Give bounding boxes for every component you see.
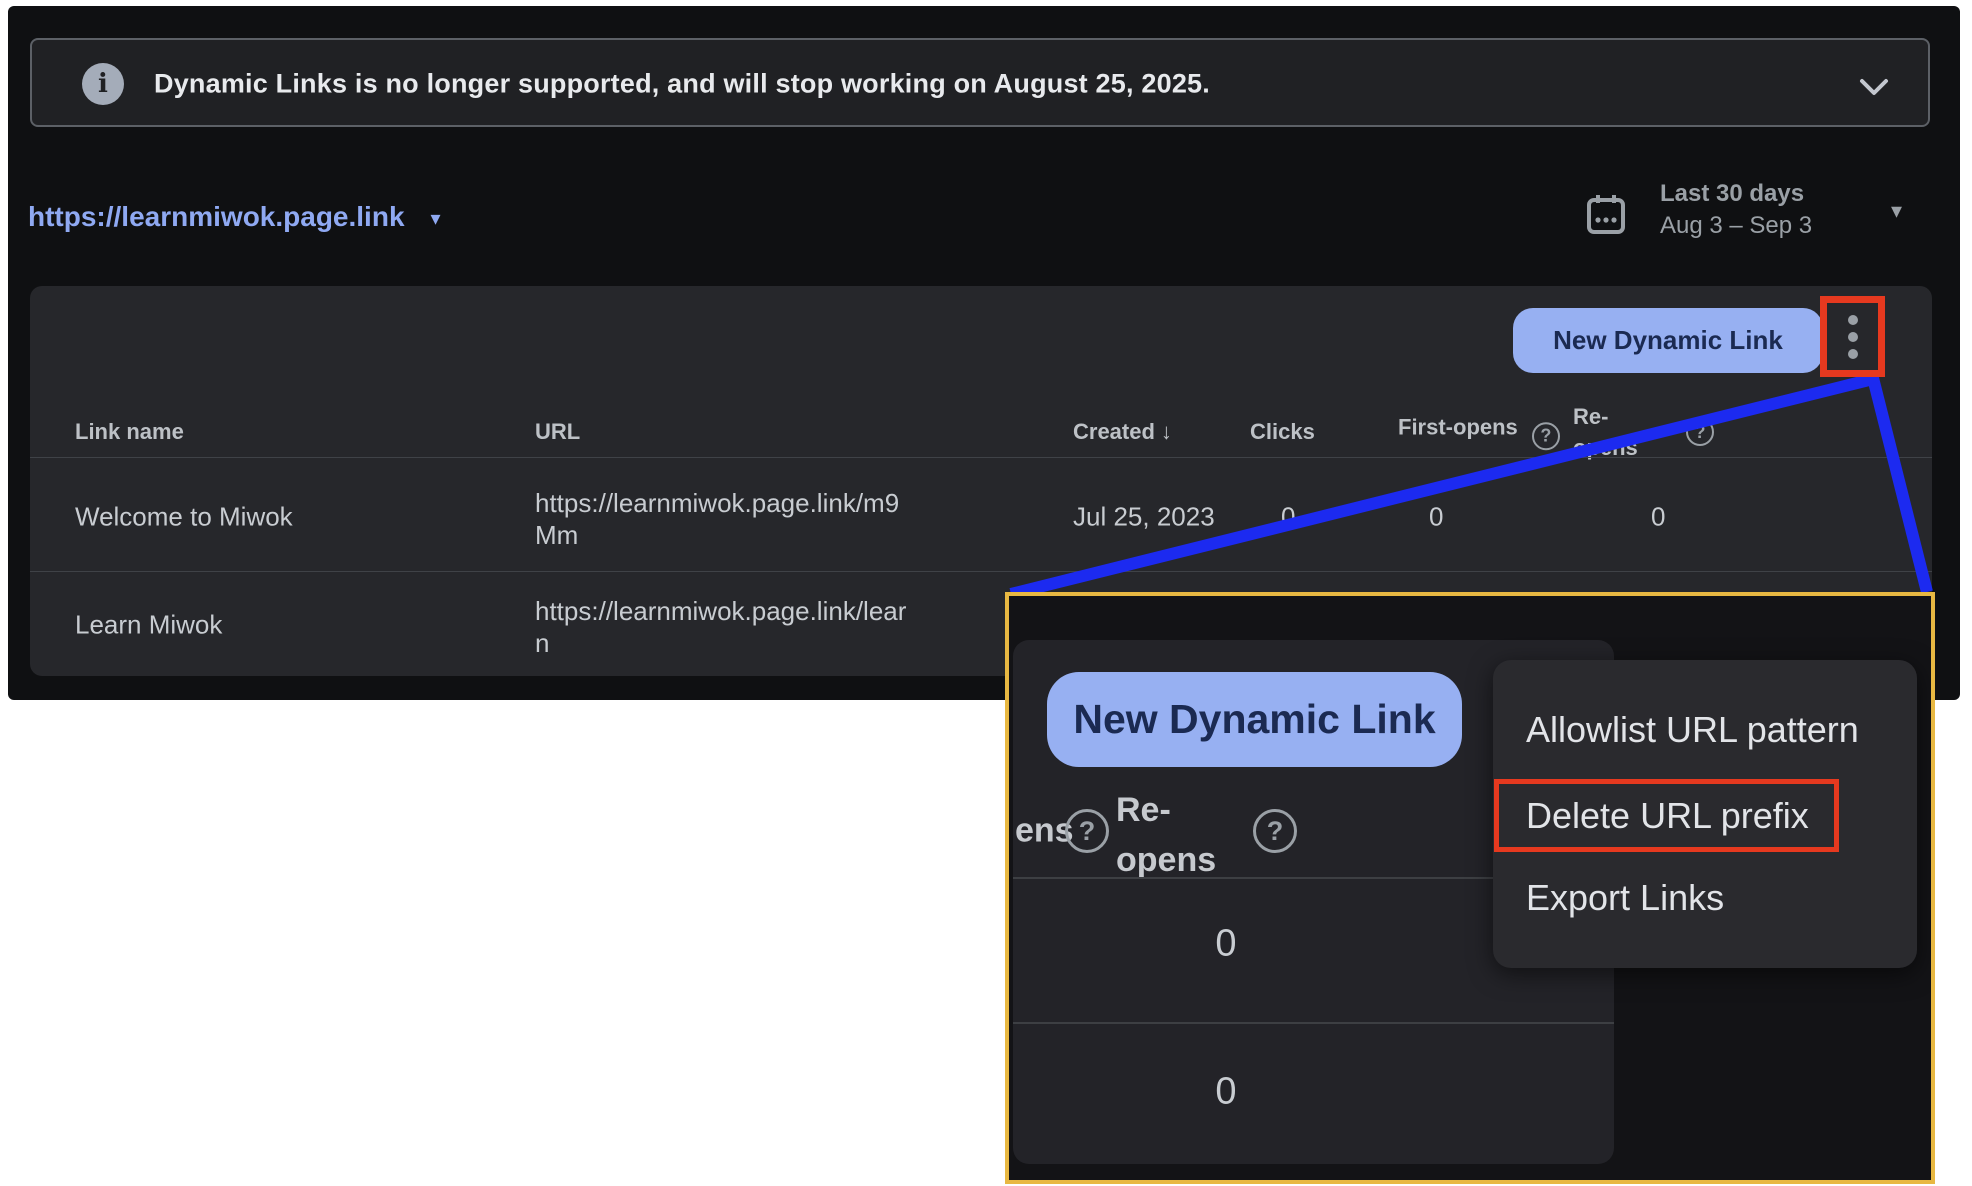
date-range-value: Aug 3 – Sep 3 [1660,210,1812,242]
clicks-cell: 0 [1281,502,1295,533]
deprecation-banner: i Dynamic Links is no longer supported, … [30,38,1930,127]
link-name-cell: Learn Miwok [75,610,222,641]
column-header-first-opens: First-opens ? [1398,414,1560,450]
url-line: https://learnmiwok.page.link/lear [535,595,906,627]
help-icon[interactable]: ? [1532,422,1560,450]
kebab-dot [1848,332,1858,342]
menu-item-allowlist-url-pattern[interactable]: Allowlist URL pattern [1526,709,1859,751]
calendar-icon [1586,192,1626,243]
re-opens-line2: opens [1573,432,1638,463]
kebab-dot [1848,315,1858,325]
url-line: https://learnmiwok.page.link/m9 [535,487,899,519]
url-line: n [535,627,906,659]
re-opens-line1: Re- [1573,401,1638,432]
chevron-down-icon[interactable] [1854,73,1894,106]
link-name-cell: Welcome to Miwok [75,502,293,533]
url-prefix-value: https://learnmiwok.page.link [28,201,405,232]
column-header-clicks: Clicks [1250,419,1315,445]
date-range-labels: Last 30 days Aug 3 – Sep 3 [1660,178,1812,242]
help-icon: ? [1253,809,1297,853]
zoomed-header-re-opens: Re- opens [1116,785,1216,885]
created-cell: Jul 25, 2023 [1073,502,1215,533]
zoom-callout: New Dynamic Link ens ? Re- opens ? 0 0 A… [1005,592,1935,1184]
column-header-url: URL [535,419,580,445]
help-icon: ? [1065,809,1109,853]
column-header-re-opens: Re- opens [1573,401,1638,463]
overflow-menu-button-highlighted[interactable] [1820,296,1885,377]
column-header-link-name: Link name [75,419,184,445]
menu-item-export-links[interactable]: Export Links [1526,877,1724,919]
url-prefix-selector[interactable]: https://learnmiwok.page.link ▾ [28,201,441,233]
re-opens-line1: Re- [1116,785,1216,835]
divider [30,571,1932,572]
re-opens-cell: 0 [1651,502,1665,533]
zoomed-re-opens-value: 0 [1215,1071,1236,1114]
date-preset-label: Last 30 days [1660,178,1812,210]
help-icon[interactable]: ? [1686,418,1714,446]
first-opens-cell: 0 [1429,502,1443,533]
kebab-dot [1848,349,1858,359]
menu-item-delete-url-prefix[interactable]: Delete URL prefix [1526,795,1809,837]
link-url-cell: https://learnmiwok.page.link/lear n [535,595,906,659]
first-opens-label: First-opens [1398,414,1518,439]
overflow-context-menu: Allowlist URL pattern Delete URL prefix … [1493,660,1917,968]
divider [1013,1022,1614,1024]
sort-desc-icon: ↓ [1161,419,1172,444]
column-header-created[interactable]: Created↓ [1073,419,1172,445]
dropdown-arrow-icon: ▾ [431,206,441,231]
info-icon: i [82,63,124,105]
dropdown-arrow-icon: ▾ [1891,198,1902,224]
deprecation-banner-text: Dynamic Links is no longer supported, an… [154,69,1210,100]
url-line: Mm [535,519,899,551]
divider [30,457,1932,458]
zoomed-new-dynamic-link-button[interactable]: New Dynamic Link [1047,672,1462,767]
zoomed-re-opens-value: 0 [1215,923,1236,966]
date-range-picker[interactable]: Last 30 days Aug 3 – Sep 3 ▾ [1586,178,1926,256]
link-url-cell: https://learnmiwok.page.link/m9 Mm [535,487,899,551]
new-dynamic-link-button[interactable]: New Dynamic Link [1513,308,1823,373]
created-label: Created [1073,419,1155,444]
firebase-dynamic-links-page: i Dynamic Links is no longer supported, … [0,0,1972,1186]
